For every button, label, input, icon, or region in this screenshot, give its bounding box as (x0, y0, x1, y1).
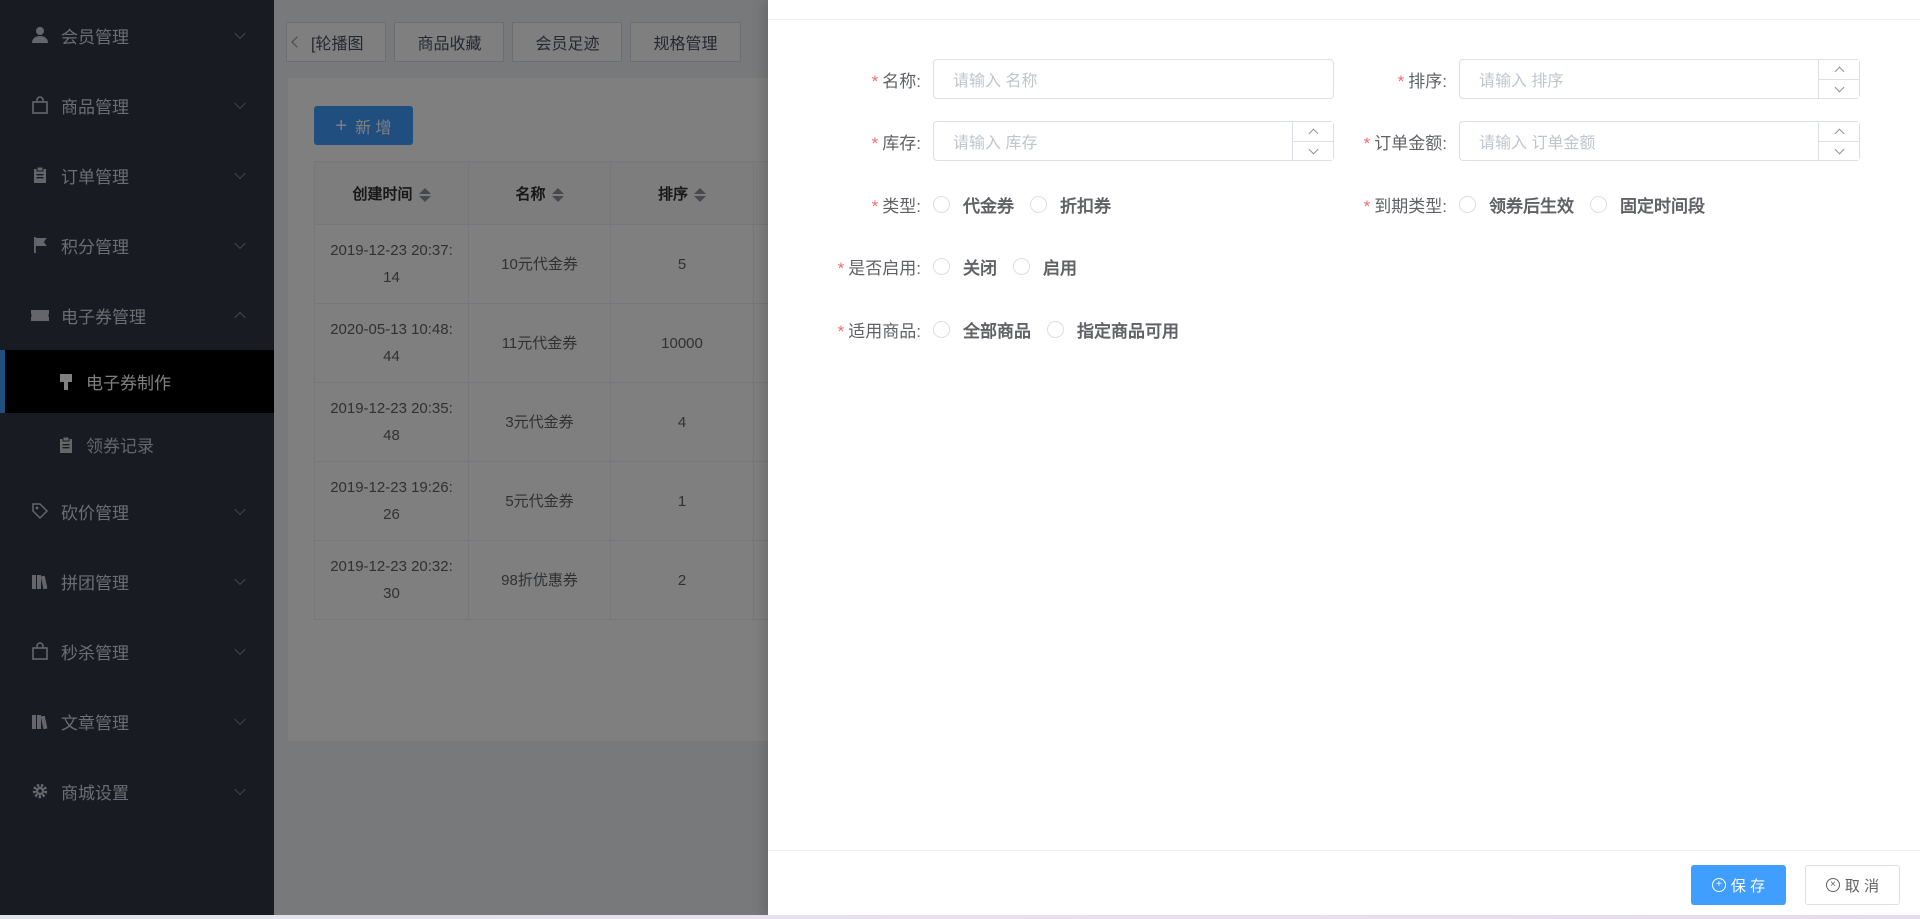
form-row-order-amount: * 订单金额: 请输入 订单金额 (1314, 121, 1860, 161)
applicable-radio-all[interactable]: 全部商品 (933, 317, 1031, 342)
form-row-name: * 名称: 请输入 名称 (788, 59, 1334, 99)
sort-input[interactable]: 请输入 排序 (1459, 59, 1860, 99)
enabled-radio-off[interactable]: 关闭 (933, 254, 997, 279)
expire-radio-after-receive[interactable]: 领券后生效 (1459, 192, 1574, 217)
order-amount-input[interactable]: 请输入 订单金额 (1459, 121, 1860, 161)
decrease-button[interactable] (1819, 79, 1859, 98)
radio-circle[interactable] (933, 258, 950, 275)
coupon-form-drawer: * 名称: 请输入 名称 * 排序: 请输入 排序 * 库存: 请输入 库存 * 订单金… (768, 0, 1920, 919)
type-radio-discount[interactable]: 折扣券 (1030, 192, 1111, 217)
increase-button[interactable] (1819, 122, 1859, 141)
name-label: * 名称: (871, 71, 921, 91)
cancel-button[interactable]: × 取 消 (1805, 865, 1900, 905)
expire-radio-fixed-period[interactable]: 固定时间段 (1590, 192, 1705, 217)
expire-type-label: * 到期类型: (1363, 197, 1447, 216)
radio-circle[interactable] (1013, 258, 1030, 275)
radio-circle[interactable] (933, 321, 950, 338)
order-amount-label: * 订单金额: (1363, 133, 1447, 153)
form-row-expire-type: * 到期类型: 领券后生效 固定时间段 (1314, 192, 1721, 217)
order-amount-stepper (1818, 122, 1859, 160)
plus-circle-icon: + (1711, 878, 1726, 892)
form-row-enabled: * 是否启用: 关闭 启用 (788, 254, 1093, 279)
form-row-applicable: * 适用商品: 全部商品 指定商品可用 (788, 317, 1195, 342)
chevron-down-icon (1834, 144, 1844, 154)
bottom-strip (0, 915, 1920, 919)
stock-input[interactable]: 请输入 库存 (933, 121, 1334, 161)
radio-circle[interactable] (933, 196, 950, 213)
radio-circle[interactable] (1030, 196, 1047, 213)
enabled-radio-on[interactable]: 启用 (1013, 254, 1077, 279)
increase-button[interactable] (1819, 60, 1859, 79)
enabled-label: * 是否启用: (837, 259, 921, 278)
form-row-sort: * 排序: 请输入 排序 (1314, 59, 1860, 99)
sort-stepper (1818, 60, 1859, 98)
drawer-footer: + 保 存 × 取 消 (768, 850, 1920, 919)
decrease-button[interactable] (1819, 141, 1859, 160)
chevron-down-icon (1834, 82, 1844, 92)
name-input[interactable]: 请输入 名称 (933, 59, 1334, 99)
sort-label: * 排序: (1397, 71, 1447, 91)
type-radio-voucher[interactable]: 代金券 (933, 192, 1014, 217)
chevron-up-icon (1834, 66, 1844, 77)
applicable-label: * 适用商品: (837, 322, 921, 341)
save-button[interactable]: + 保 存 (1691, 865, 1786, 905)
stock-label: * 库存: (871, 133, 921, 153)
form-row-stock: * 库存: 请输入 库存 (788, 121, 1334, 161)
form-row-type: * 类型: 代金券 折扣券 (788, 192, 1127, 217)
applicable-radio-specified[interactable]: 指定商品可用 (1047, 317, 1179, 342)
type-label: * 类型: (871, 197, 921, 216)
radio-circle[interactable] (1047, 321, 1064, 338)
radio-circle[interactable] (1459, 196, 1476, 213)
chevron-up-icon (1834, 128, 1844, 139)
radio-circle[interactable] (1590, 196, 1607, 213)
drawer-header (768, 0, 1920, 20)
close-circle-icon: × (1825, 878, 1840, 892)
